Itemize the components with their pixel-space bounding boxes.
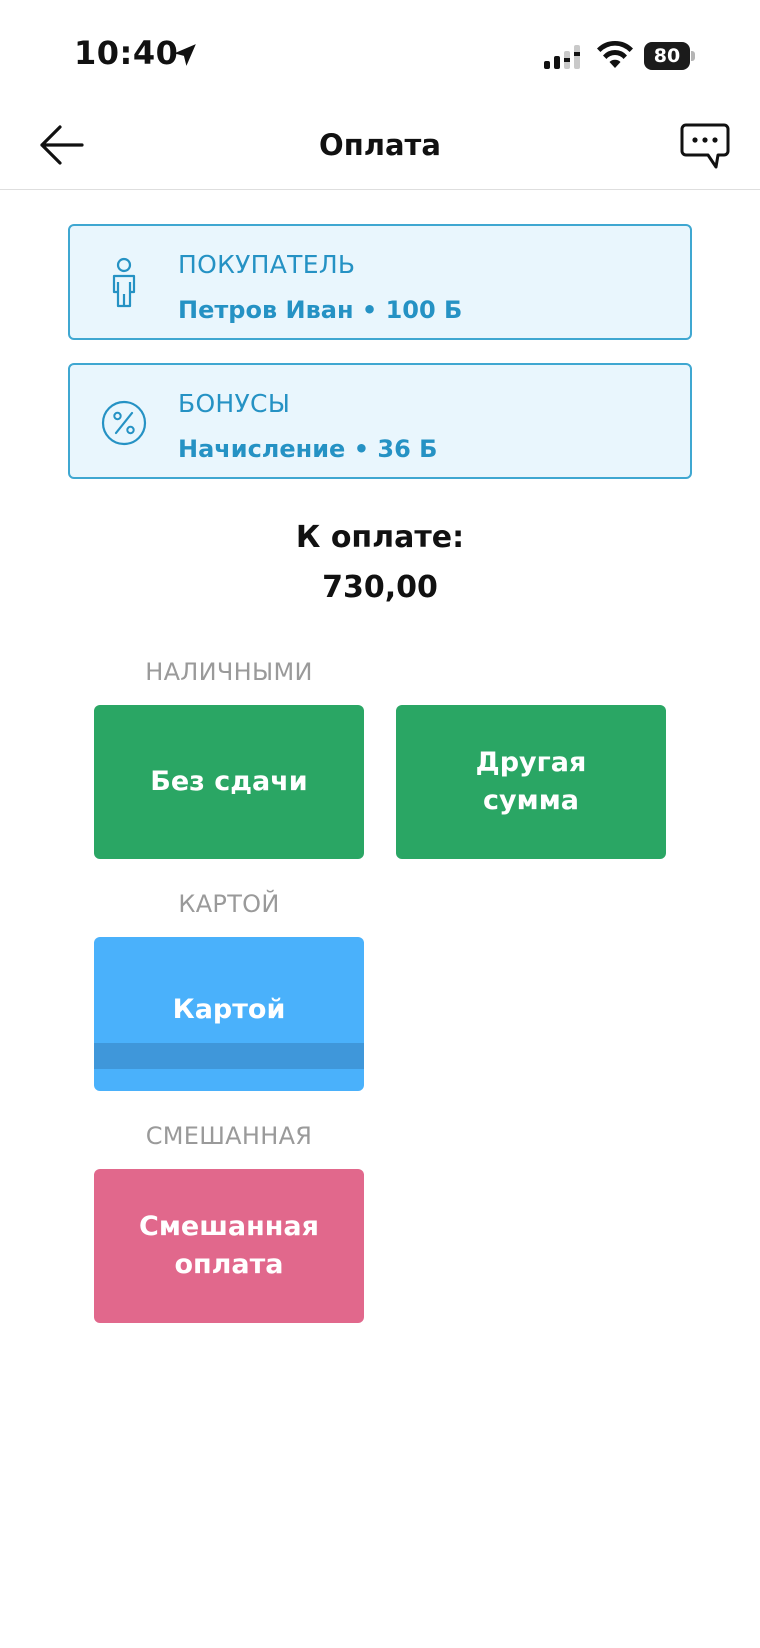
other-amount-button-label: Другая сумма — [475, 747, 587, 816]
card-stripe — [94, 1043, 364, 1069]
wifi-icon — [597, 40, 633, 68]
card-payment-button-label: Картой — [172, 994, 286, 1025]
amount-label: К оплате: — [295, 520, 465, 555]
section-label-mixed: СМЕШАННАЯ — [145, 1122, 313, 1150]
battery-icon: 80 — [644, 42, 695, 70]
buyer-value: Петров Иван • 100 Б — [178, 296, 463, 324]
person-icon — [112, 257, 136, 308]
status-bar: 10:40 80 — [0, 0, 760, 100]
mixed-payment-button[interactable]: Смешанная оплата — [94, 1169, 364, 1323]
buyer-card[interactable]: ПОКУПАТЕЛЬ Петров Иван • 100 Б — [68, 224, 692, 340]
other-amount-button[interactable]: Другая сумма — [396, 705, 666, 859]
cellular-signal-icon — [544, 45, 580, 69]
buyer-label: ПОКУПАТЕЛЬ — [178, 250, 356, 279]
location-arrow-icon — [174, 44, 196, 66]
amount-value: 730,00 — [322, 570, 438, 605]
bonus-label: БОНУСЫ — [178, 389, 291, 418]
section-label-cash: НАЛИЧНЫМИ — [145, 658, 313, 686]
status-time: 10:40 — [74, 34, 179, 72]
mixed-payment-button-label: Смешанная оплата — [139, 1211, 319, 1280]
percent-icon — [101, 400, 147, 446]
bonus-value: Начисление • 36 Б — [178, 435, 438, 463]
section-label-card: КАРТОЙ — [178, 890, 280, 918]
battery-tip — [691, 51, 695, 61]
chat-bubble-icon[interactable] — [680, 122, 730, 170]
no-change-button-label: Без сдачи — [150, 766, 308, 797]
card-payment-button[interactable]: Картой — [94, 937, 364, 1091]
no-change-button[interactable]: Без сдачи — [94, 705, 364, 859]
battery-level: 80 — [644, 42, 690, 70]
page-title: Оплата — [319, 128, 441, 162]
bonus-card[interactable]: БОНУСЫ Начисление • 36 Б — [68, 363, 692, 479]
